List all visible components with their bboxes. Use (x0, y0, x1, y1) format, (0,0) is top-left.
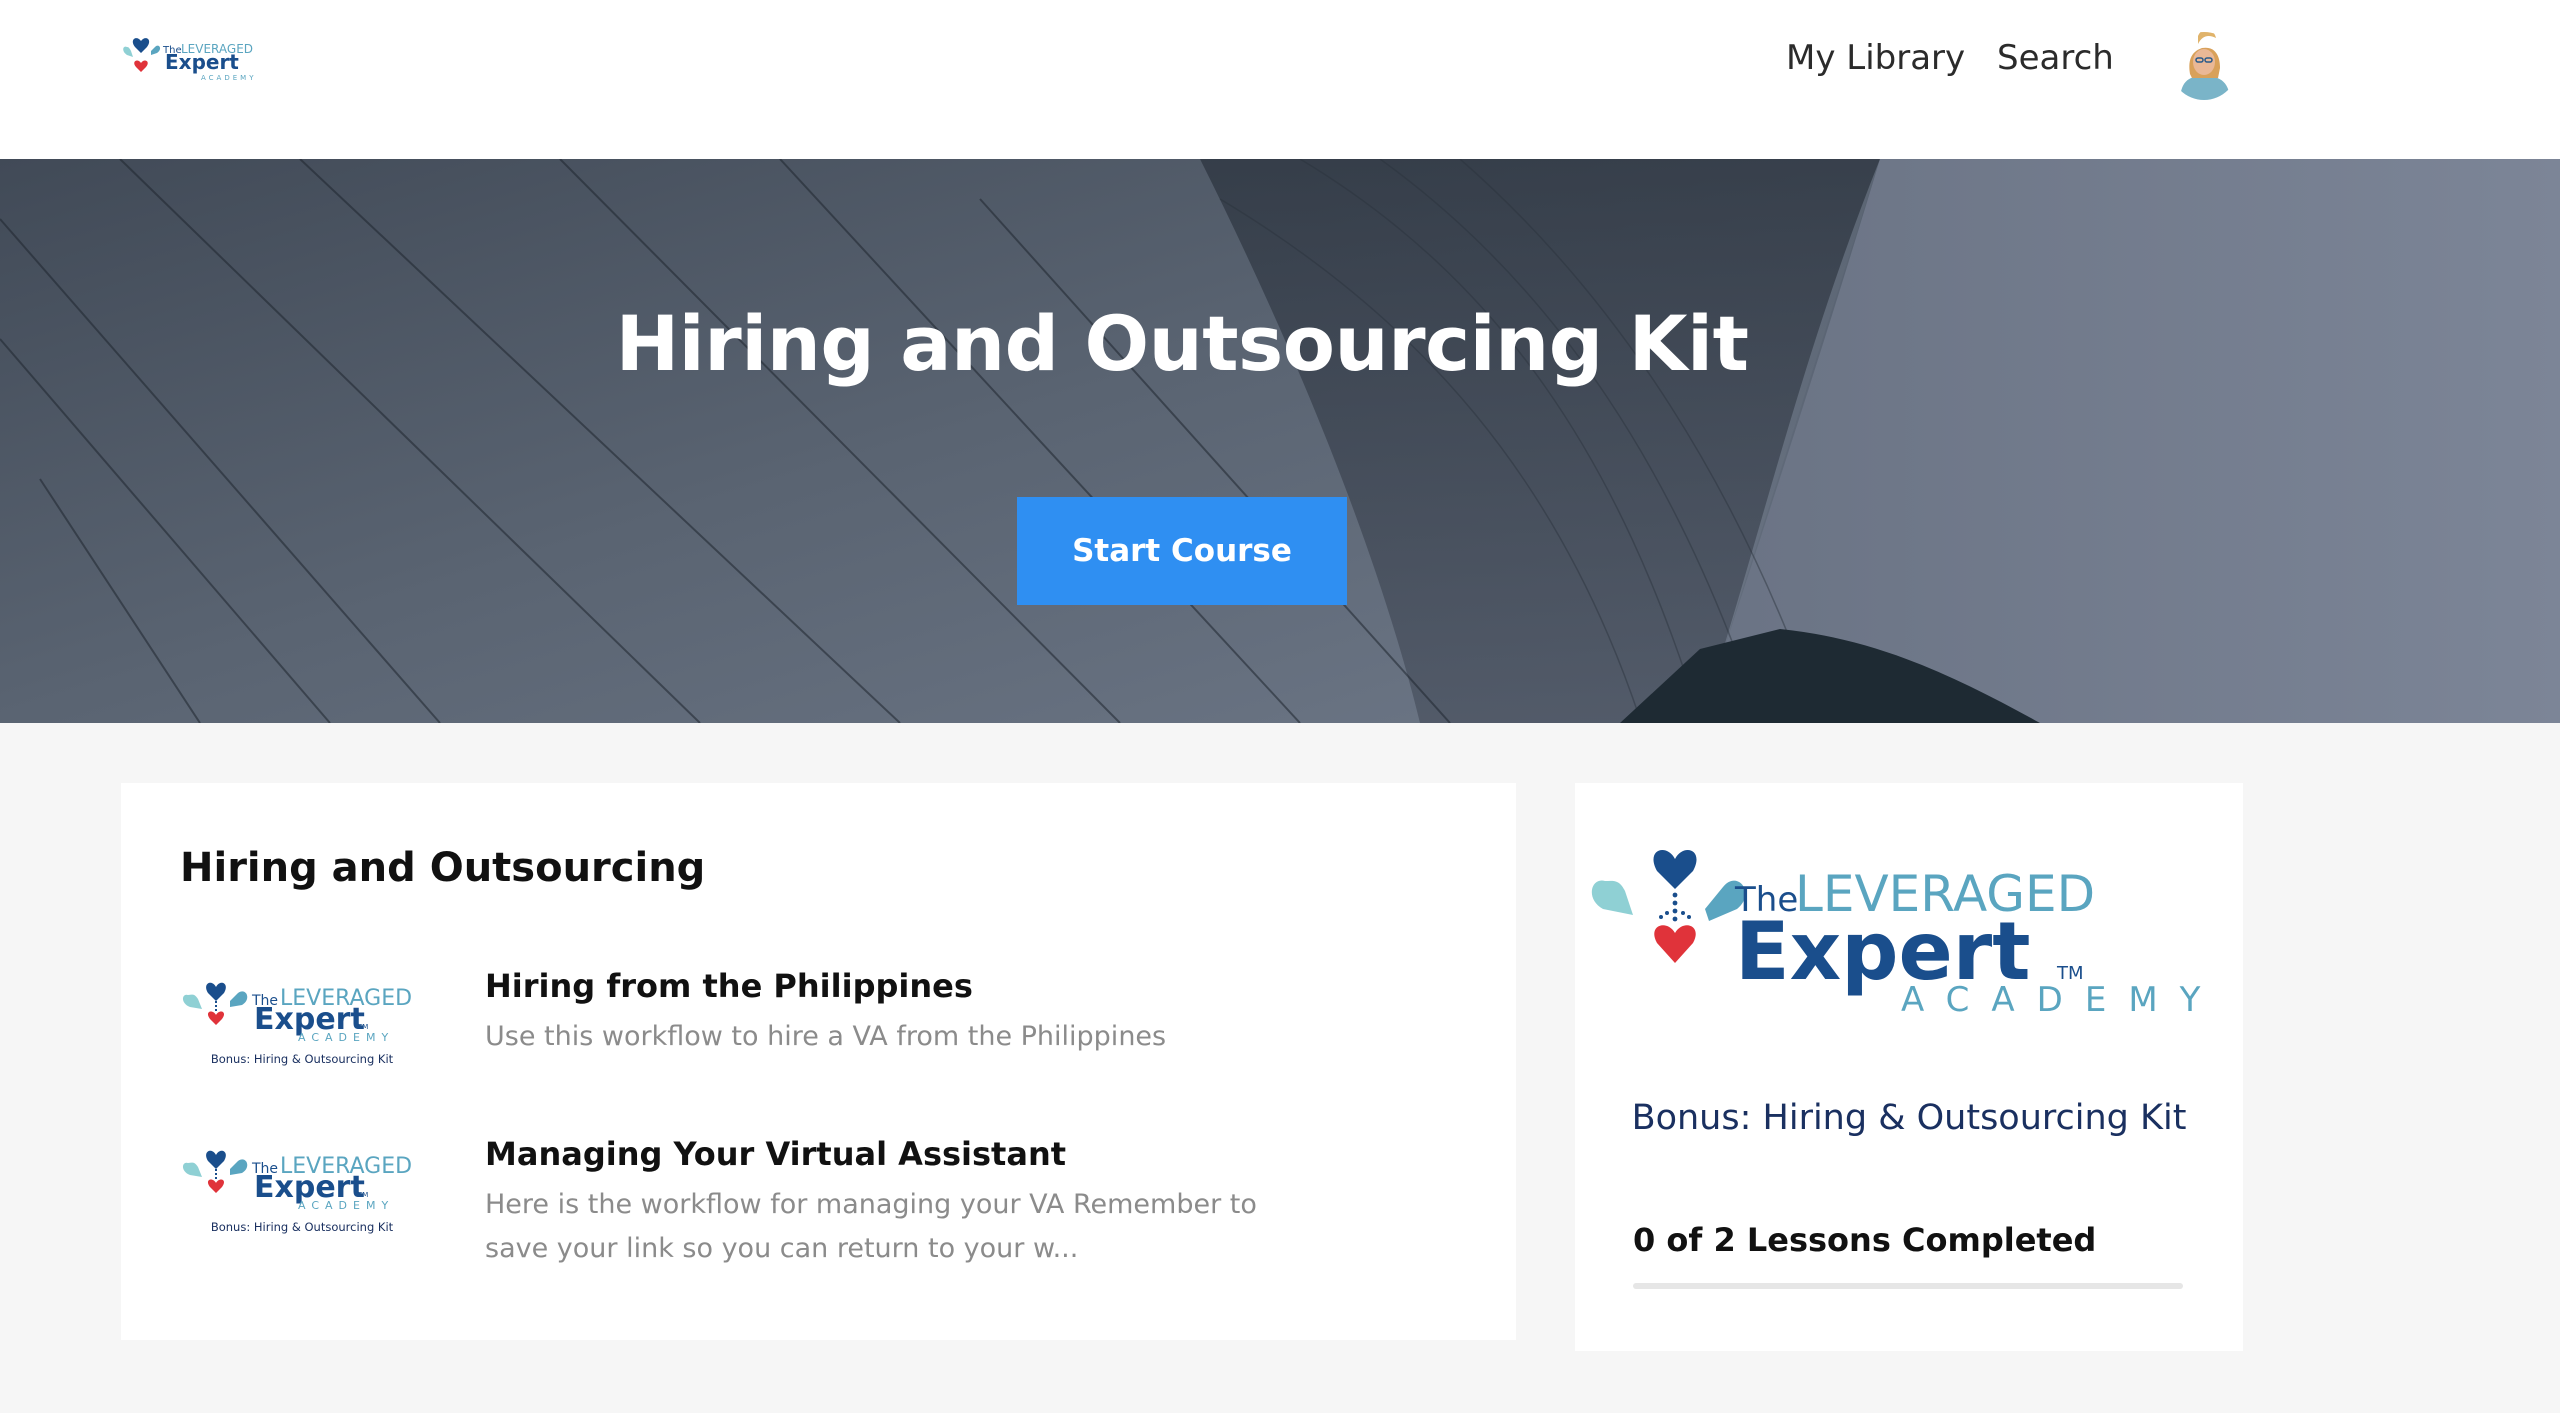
svg-text:ACADEMY: ACADEMY (298, 1031, 394, 1044)
svg-text:Bonus: Hiring & Outsourcing Ki: Bonus: Hiring & Outsourcing Kit (211, 1052, 394, 1066)
lesson-thumbnail[interactable]: The LEVERAGED Expert TM ACADEMY Bonus: H… (180, 1133, 425, 1245)
hero-background-image (0, 159, 2560, 723)
lesson-description: Use this workflow to hire a VA from the … (485, 1021, 1167, 1052)
svg-text:TM: TM (357, 1191, 368, 1199)
svg-text:Bonus: Hiring & Outsourcing Ki: Bonus: Hiring & Outsourcing Kit (211, 1220, 394, 1234)
progress-bar (1633, 1283, 2183, 1289)
section-title: Hiring and Outsourcing (180, 845, 706, 891)
site-logo[interactable]: The LEVERAGED Expert ACADEMY (121, 33, 271, 85)
progress-label: 0 of 2 Lessons Completed (1633, 1221, 2097, 1259)
svg-text:ACADEMY: ACADEMY (1901, 980, 2222, 1020)
lesson-title[interactable]: Managing Your Virtual Assistant (485, 1133, 1066, 1175)
lesson-item[interactable]: The LEVERAGED Expert TM ACADEMY Bonus: H… (180, 1133, 1470, 1283)
start-course-button[interactable]: Start Course (1017, 497, 1347, 605)
lesson-description: Here is the workflow for managing your V… (485, 1189, 1257, 1264)
hero-banner: Hiring and Outsourcing Kit Start Course (0, 159, 2560, 723)
course-subtitle: Bonus: Hiring & Outsourcing Kit (1631, 1098, 2187, 1138)
site-header: The LEVERAGED Expert ACADEMY My Library … (0, 0, 2560, 159)
nav-my-library[interactable]: My Library (1786, 34, 1965, 82)
svg-text:TM: TM (357, 1023, 368, 1031)
lesson-title[interactable]: Hiring from the Philippines (485, 965, 973, 1007)
user-avatar[interactable] (2168, 22, 2238, 102)
lesson-thumbnail[interactable]: The LEVERAGED Expert TM ACADEMY Bonus: H… (180, 965, 425, 1077)
svg-text:ACADEMY: ACADEMY (298, 1199, 394, 1212)
course-logo-image: The LEVERAGED Expert TM ACADEMY (1585, 829, 2233, 1069)
svg-text:Expert: Expert (165, 50, 239, 74)
lessons-card: Hiring and Outsourcing The LEVERAGED Exp… (121, 783, 1516, 1340)
svg-text:ACADEMY: ACADEMY (201, 74, 256, 82)
lesson-item[interactable]: The LEVERAGED Expert TM ACADEMY Bonus: H… (180, 965, 1470, 1115)
course-info-card: The LEVERAGED Expert TM ACADEMY Bonus: H… (1575, 783, 2243, 1351)
course-title: Hiring and Outsourcing Kit (615, 299, 1749, 388)
nav-search[interactable]: Search (1997, 34, 2114, 82)
